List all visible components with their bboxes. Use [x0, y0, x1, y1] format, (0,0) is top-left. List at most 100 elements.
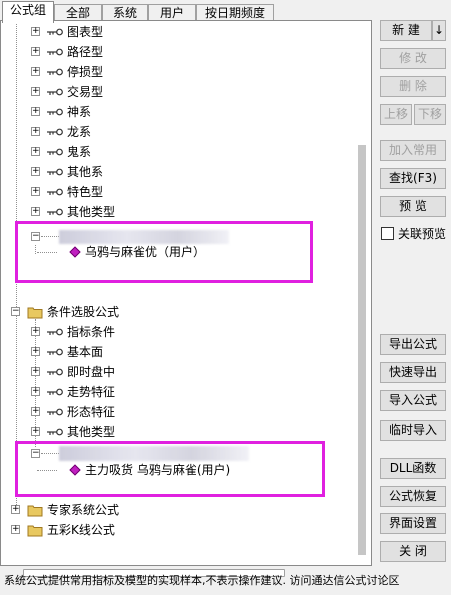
- restore-formula-button[interactable]: 公式恢复: [380, 486, 446, 507]
- tree-item-label: 特色型: [67, 185, 104, 199]
- tree-item[interactable]: + 鬼系: [25, 143, 285, 161]
- tree-item-label: 指标条件: [67, 325, 116, 339]
- tree-item[interactable]: + 即时盘中: [25, 363, 285, 381]
- delete-button[interactable]: 删 除: [380, 76, 446, 97]
- tree-item[interactable]: + 龙系: [25, 123, 285, 141]
- tree-item[interactable]: + 其他类型: [25, 423, 285, 441]
- tree-item-label: 其他类型: [67, 205, 116, 219]
- add-common-button[interactable]: 加入常用: [380, 140, 446, 161]
- formula-diamond-icon: [69, 464, 81, 476]
- tab-label: 按日期频度: [204, 6, 265, 20]
- expand-icon[interactable]: +: [31, 147, 40, 156]
- button-label: 查找(F3): [389, 171, 437, 185]
- tree-item[interactable]: + 其他类型: [25, 203, 285, 221]
- expand-icon[interactable]: +: [31, 387, 40, 396]
- tree-item[interactable]: + 图表型: [25, 23, 285, 41]
- expand-icon[interactable]: +: [31, 167, 40, 176]
- tree-item-label: 主力吸货 乌鸦与麻雀(用户): [85, 463, 231, 477]
- expand-icon[interactable]: +: [31, 27, 40, 36]
- expand-icon[interactable]: +: [31, 207, 40, 216]
- expand-icon[interactable]: +: [11, 505, 20, 514]
- move-up-button[interactable]: 上移: [380, 104, 412, 125]
- tree-guide: [37, 252, 57, 253]
- key-icon: [47, 88, 63, 96]
- modify-button[interactable]: 修 改: [380, 48, 446, 69]
- ui-settings-button[interactable]: 界面设置: [380, 513, 446, 534]
- new-dropdown-button[interactable]: ↓: [432, 20, 446, 41]
- tab-label: 系统: [112, 6, 137, 20]
- button-label: 导出公式: [388, 337, 437, 351]
- expand-icon[interactable]: +: [11, 525, 20, 534]
- tree-item[interactable]: + 特色型: [25, 183, 285, 201]
- find-button[interactable]: 查找(F3): [380, 168, 446, 189]
- tree-group-expert[interactable]: + 专家系统公式: [1, 501, 301, 519]
- expand-icon[interactable]: +: [31, 107, 40, 116]
- tree-item[interactable]: + 交易型: [25, 83, 285, 101]
- formula-tree[interactable]: + 图表型 + 路径型 + 停损型 + 交易型 + 神系 + 龙系 + 鬼系 + 其他系 + 特色型 + 其他类型 −…: [0, 20, 372, 577]
- move-down-button[interactable]: 下移: [414, 104, 446, 125]
- key-icon: [47, 188, 63, 196]
- expand-icon[interactable]: +: [31, 347, 40, 356]
- key-icon: [47, 28, 63, 36]
- key-icon: [47, 168, 63, 176]
- button-label: 关 闭: [399, 544, 427, 558]
- collapse-icon[interactable]: −: [31, 449, 40, 458]
- tree-group-condition[interactable]: − 条件选股公式: [1, 303, 301, 321]
- tree-item-label: 神系: [67, 105, 92, 119]
- tree-item-label: 其他系: [67, 165, 104, 179]
- tree-guide: [41, 453, 59, 454]
- tree-item-label: 其他类型: [67, 425, 116, 439]
- expand-icon[interactable]: +: [31, 87, 40, 96]
- tree-item-label: 龙系: [67, 125, 92, 139]
- tree-item[interactable]: + 指标条件: [25, 323, 285, 341]
- tree-item-user-formula-2[interactable]: 主力吸货 乌鸦与麻雀(用户): [25, 461, 315, 479]
- collapse-icon[interactable]: −: [11, 307, 20, 316]
- expand-icon[interactable]: +: [31, 327, 40, 336]
- arrow-down-icon: ↓: [433, 23, 445, 37]
- expand-icon[interactable]: +: [31, 407, 40, 416]
- tree-item[interactable]: + 走势特征: [25, 383, 285, 401]
- tree-group-k-line[interactable]: + 五彩K线公式: [1, 521, 301, 539]
- quick-export-button[interactable]: 快速导出: [380, 362, 446, 383]
- tree-item-user-formula-1[interactable]: 乌鸦与麻雀优（用户）: [25, 243, 305, 261]
- expand-icon[interactable]: +: [31, 67, 40, 76]
- key-icon: [47, 368, 63, 376]
- tab-bar: 公式组 全部 系统 用户 按日期频度: [0, 0, 451, 23]
- tree-item[interactable]: + 路径型: [25, 43, 285, 61]
- collapse-icon[interactable]: −: [31, 232, 40, 241]
- scrollbar-thumb[interactable]: [358, 145, 366, 555]
- new-button[interactable]: 新 建: [380, 20, 432, 41]
- tree-item[interactable]: + 基本面: [25, 343, 285, 361]
- expand-icon[interactable]: +: [31, 47, 40, 56]
- expand-icon[interactable]: +: [31, 427, 40, 436]
- key-icon: [47, 108, 63, 116]
- tab-formula-group[interactable]: 公式组: [2, 1, 54, 23]
- tree-item[interactable]: + 其他系: [25, 163, 285, 181]
- export-formula-button[interactable]: 导出公式: [380, 334, 446, 355]
- tab-label: 公式组: [9, 3, 46, 17]
- import-formula-button[interactable]: 导入公式: [380, 390, 446, 411]
- button-label: 预 览: [399, 199, 427, 213]
- tree-item-label: 走势特征: [67, 385, 116, 399]
- tree-item[interactable]: + 停损型: [25, 63, 285, 81]
- tree-group-label: 条件选股公式: [47, 305, 120, 319]
- key-icon: [47, 348, 63, 356]
- expand-icon[interactable]: +: [31, 367, 40, 376]
- expand-icon[interactable]: +: [31, 127, 40, 136]
- preview-button[interactable]: 预 览: [380, 196, 446, 217]
- tree-item-label: 鬼系: [67, 145, 92, 159]
- dll-function-button[interactable]: DLL函数: [380, 458, 446, 479]
- tree-item[interactable]: + 神系: [25, 103, 285, 121]
- linked-preview-checkbox[interactable]: [381, 227, 394, 240]
- folder-icon: [27, 525, 43, 537]
- temp-import-button[interactable]: 临时导入: [380, 420, 446, 441]
- vertical-scrollbar[interactable]: [355, 23, 369, 561]
- redacted-label: [59, 446, 249, 461]
- expand-icon[interactable]: +: [31, 187, 40, 196]
- close-button[interactable]: 关 闭: [380, 541, 446, 562]
- button-label: 界面设置: [388, 516, 437, 530]
- button-label: DLL函数: [389, 461, 437, 475]
- button-label: 公式恢复: [388, 489, 437, 503]
- key-icon: [47, 328, 63, 336]
- tree-item[interactable]: + 形态特征: [25, 403, 285, 421]
